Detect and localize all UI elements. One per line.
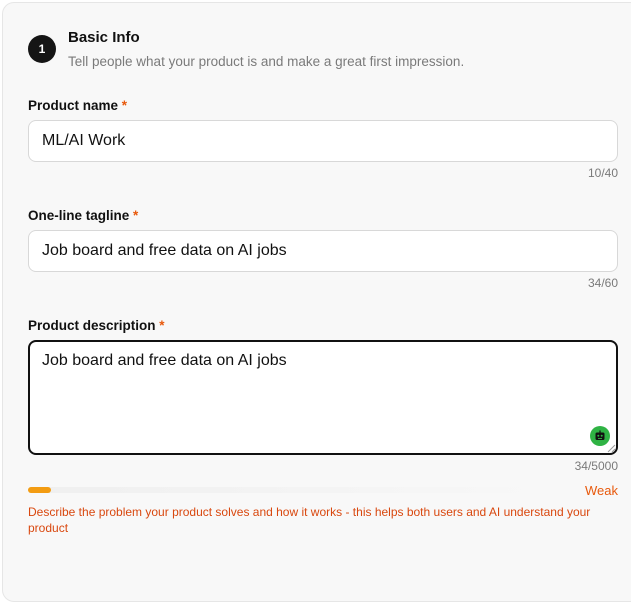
section-title: Basic Info xyxy=(68,29,140,46)
tagline-label-text: One-line tagline xyxy=(28,208,130,223)
description-value: Job board and free data on AI jobs xyxy=(42,352,287,369)
required-marker: * xyxy=(121,98,128,113)
tagline-input[interactable]: Job board and free data on AI jobs xyxy=(28,230,618,272)
strength-meter-fill xyxy=(28,487,51,493)
robot-icon-glyph xyxy=(595,430,605,440)
strength-label: Weak xyxy=(585,483,618,498)
required-marker: * xyxy=(133,208,139,223)
description-counter: 34/5000 xyxy=(574,459,618,473)
product-name-label-text: Product name xyxy=(28,98,119,113)
tagline-value: Job board and free data on AI jobs xyxy=(42,242,287,259)
strength-meter-track xyxy=(28,487,550,493)
robot-icon[interactable] xyxy=(590,426,610,446)
product-name-counter: 10/40 xyxy=(587,166,618,180)
section-subtitle: Tell people what your product is and mak… xyxy=(68,54,465,69)
step-number-badge: 1 xyxy=(28,35,56,63)
description-textarea[interactable]: Job board and free data on AI jobs xyxy=(28,340,618,455)
tagline-label: One-line tagline * xyxy=(28,208,138,223)
product-name-value: ML/AI Work xyxy=(42,132,126,149)
description-label: Product description * xyxy=(28,318,165,333)
required-marker: * xyxy=(159,318,165,333)
tagline-counter: 34/60 xyxy=(587,276,618,290)
description-helper-text: Describe the problem your product solves… xyxy=(28,505,591,535)
product-name-input[interactable]: ML/AI Work xyxy=(28,120,618,162)
resize-grip-icon[interactable] xyxy=(607,444,616,453)
description-label-text: Product description xyxy=(28,318,156,333)
product-name-label: Product name * xyxy=(28,98,127,113)
